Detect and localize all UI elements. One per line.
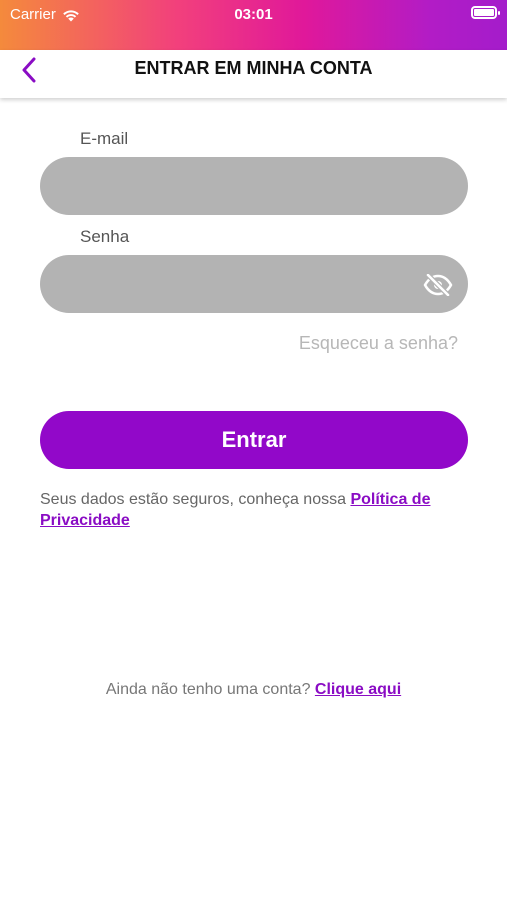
- status-bar: Carrier 03:01: [0, 0, 507, 50]
- password-label: Senha: [80, 227, 130, 246]
- signup-prompt: Ainda não tenho uma conta? Clique aqui: [0, 681, 507, 699]
- nav-bar: ENTRAR EM MINHA CONTA: [0, 50, 507, 98]
- password-visibility-toggle[interactable]: [422, 271, 454, 299]
- email-label: E-mail: [80, 129, 129, 148]
- back-button[interactable]: [14, 54, 44, 86]
- signup-link[interactable]: Clique aqui: [315, 681, 401, 698]
- wifi-icon: [63, 9, 79, 21]
- page-title: ENTRAR EM MINHA CONTA: [134, 58, 373, 78]
- carrier-label: Carrier: [10, 6, 56, 23]
- email-field[interactable]: [40, 157, 468, 215]
- login-button[interactable]: Entrar: [40, 411, 468, 469]
- status-carrier: Carrier: [10, 6, 80, 23]
- chevron-left-icon: [22, 57, 36, 83]
- password-field[interactable]: [40, 255, 468, 313]
- eye-off-icon: [423, 274, 453, 296]
- forgot-password-link[interactable]: Esqueceu a senha?: [299, 333, 458, 354]
- privacy-notice: Seus dados estão seguros, conheça nossa …: [40, 489, 480, 531]
- privacy-text: Seus dados estão seguros, conheça nossa: [40, 491, 351, 508]
- signup-text: Ainda não tenho uma conta?: [105, 681, 315, 698]
- battery-icon: [471, 6, 500, 19]
